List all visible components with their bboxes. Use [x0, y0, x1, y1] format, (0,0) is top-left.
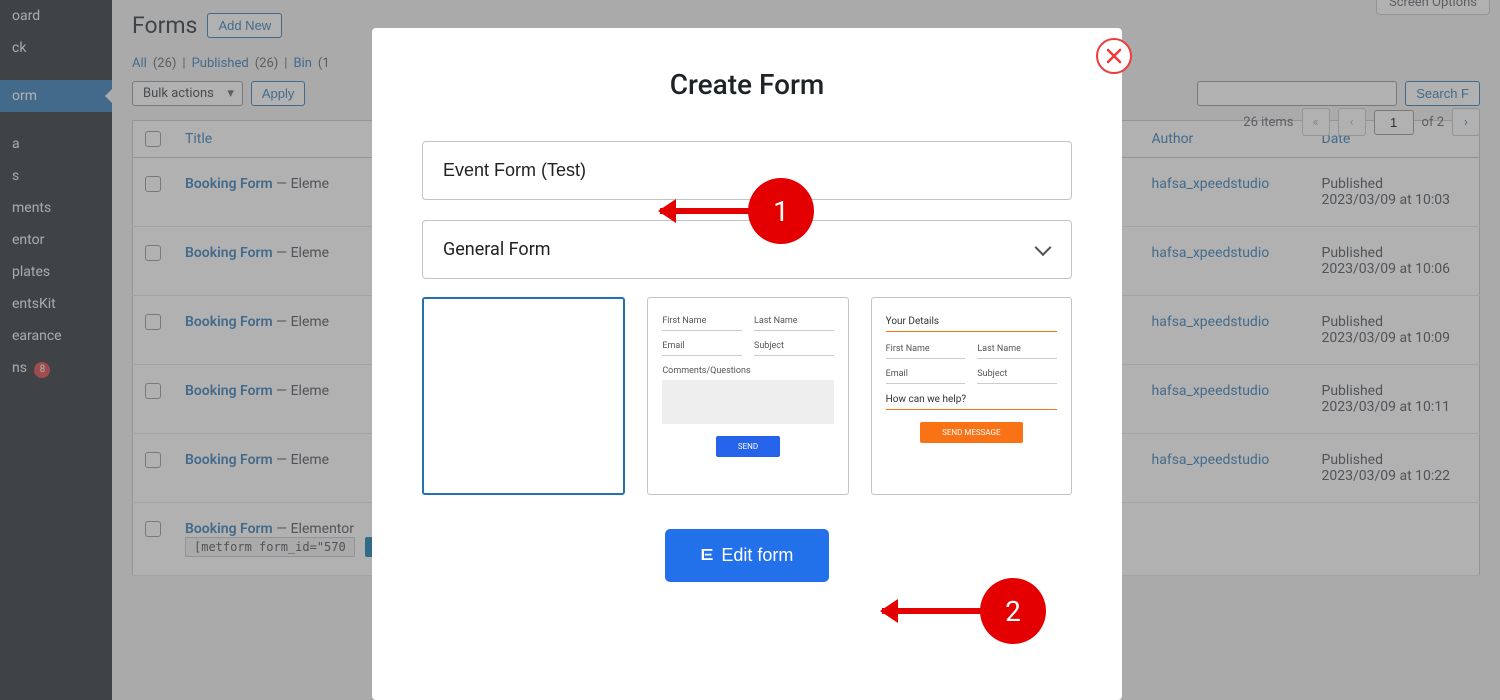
tpl-label: Email: [886, 369, 966, 379]
elementor-icon: IΞ: [701, 547, 712, 565]
tpl-label: Email: [662, 341, 742, 351]
tpl-label: Subject: [977, 369, 1057, 379]
tpl-label: First Name: [886, 344, 966, 354]
tpl-label: Last Name: [977, 344, 1057, 354]
annotation-arrow-2: [882, 608, 982, 614]
tpl-label: Subject: [754, 341, 834, 351]
template-contact-2[interactable]: Your Details First Name Last Name Email …: [871, 297, 1072, 495]
close-icon: [1105, 47, 1123, 65]
edit-form-button[interactable]: IΞ Edit form: [665, 529, 830, 582]
edit-form-label: Edit form: [721, 545, 793, 566]
tpl-header: Your Details: [886, 316, 1057, 327]
template-row: First Name Last Name Email Subject Comme…: [422, 297, 1072, 495]
template-blank[interactable]: [422, 297, 625, 495]
template-contact-1[interactable]: First Name Last Name Email Subject Comme…: [647, 297, 848, 495]
tpl-label: Last Name: [754, 316, 834, 326]
tpl-label: Comments/Questions: [662, 366, 833, 376]
annotation-arrow-1: [660, 208, 750, 214]
tpl-label: First Name: [662, 316, 742, 326]
annotation-marker-1: 1: [748, 178, 814, 244]
form-name-input[interactable]: [422, 141, 1072, 200]
modal-title: Create Form: [422, 68, 1072, 101]
tpl-send-button: SEND MESSAGE: [920, 422, 1022, 443]
annotation-marker-2: 2: [980, 578, 1046, 644]
tpl-label: How can we help?: [886, 394, 1057, 405]
form-type-select[interactable]: General Form: [422, 220, 1072, 279]
close-button[interactable]: [1096, 38, 1132, 74]
tpl-send-button: SEND: [716, 436, 780, 457]
